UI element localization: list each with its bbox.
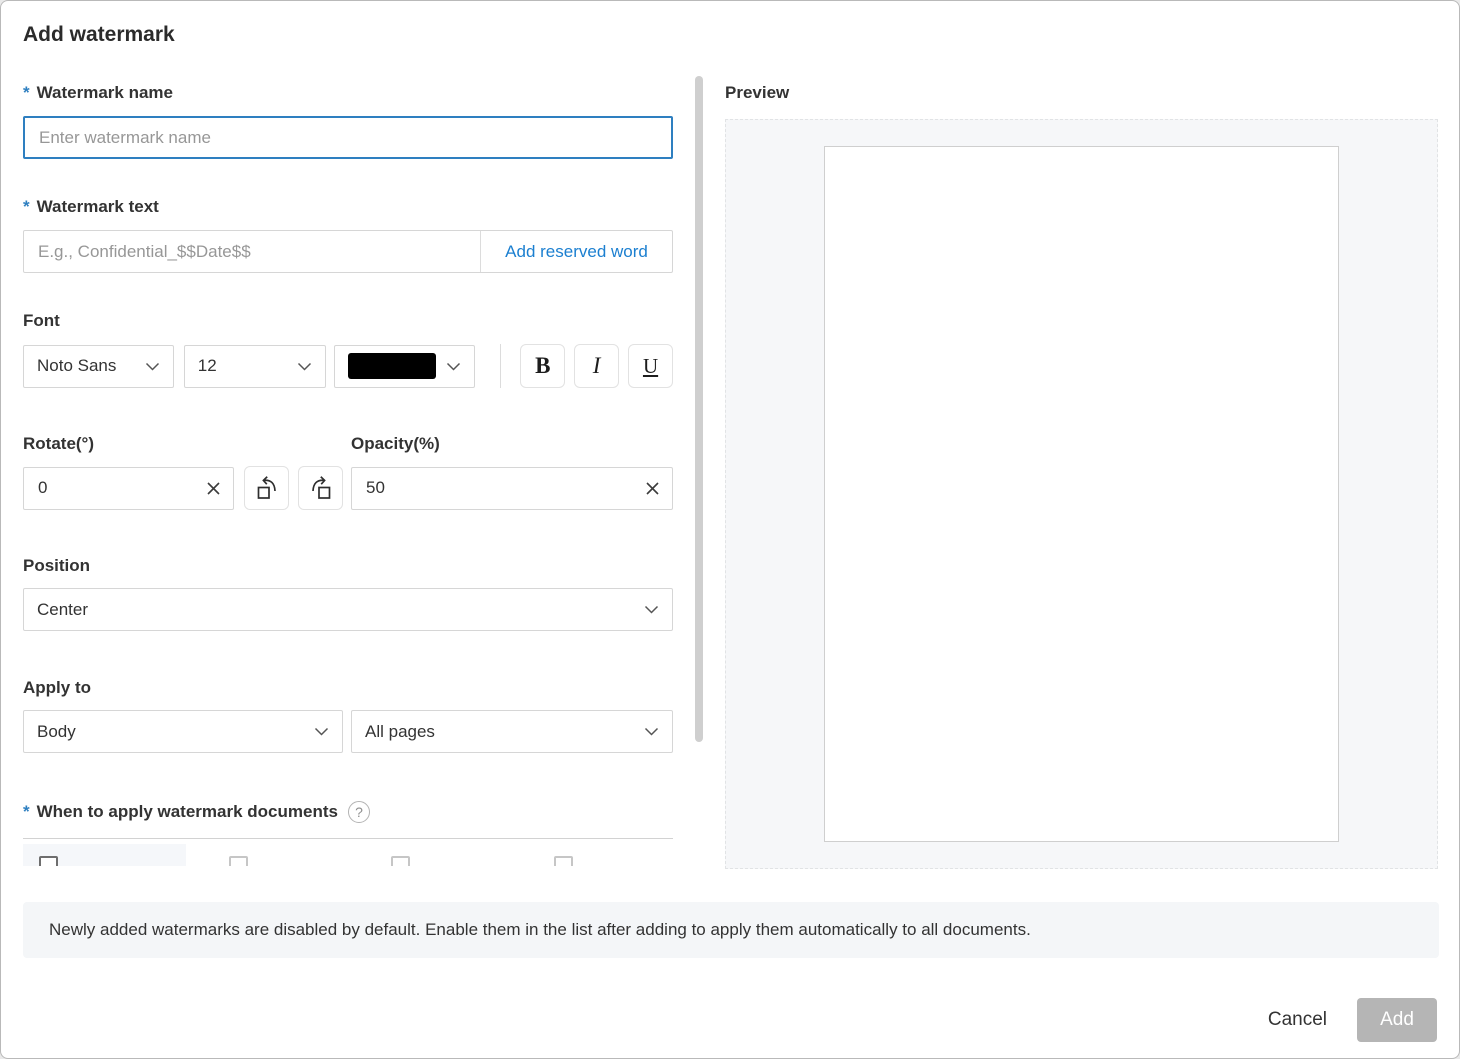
font-family-select[interactable]: Noto Sans [23, 345, 174, 388]
opacity-label: Opacity(%) [351, 434, 440, 454]
watermark-form: * Watermark name * Watermark text Add re… [23, 71, 673, 883]
font-color-select[interactable] [334, 345, 476, 388]
preview-page [824, 146, 1339, 842]
preview-panel [725, 119, 1438, 869]
apply-to-row: Body All pages [23, 710, 673, 753]
rotate-cw-button[interactable] [298, 466, 343, 510]
chevron-down-icon [644, 727, 659, 736]
when-to-apply-label: * When to apply watermark documents [23, 802, 338, 822]
rotate-input[interactable] [23, 467, 234, 510]
vertical-divider [500, 344, 501, 388]
rotate-opacity-labels: Rotate(°) Opacity(%) [23, 434, 673, 454]
document-type-checkbox[interactable] [39, 856, 58, 866]
chevron-down-icon [297, 362, 312, 371]
required-marker: * [23, 197, 30, 217]
required-marker: * [23, 83, 30, 103]
italic-button[interactable]: I [574, 344, 619, 388]
when-to-apply-row: * When to apply watermark documents ? [23, 801, 673, 823]
chevron-down-icon [644, 605, 659, 614]
apply-to-label: Apply to [23, 678, 673, 698]
watermark-text-input[interactable] [24, 231, 480, 272]
underline-button[interactable]: U [628, 344, 673, 388]
font-color-swatch [348, 353, 436, 379]
cancel-button[interactable]: Cancel [1264, 1001, 1331, 1039]
info-banner: Newly added watermarks are disabled by d… [23, 902, 1439, 958]
apply-pages-select[interactable]: All pages [351, 710, 673, 753]
watermark-text-group: Add reserved word [23, 230, 673, 273]
dialog-footer: Cancel Add [1264, 998, 1437, 1042]
watermark-text-label: * Watermark text [23, 197, 673, 217]
preview-label: Preview [725, 83, 1438, 103]
clear-opacity-icon[interactable] [643, 479, 661, 497]
chevron-down-icon [145, 362, 160, 371]
font-row: Noto Sans 12 B I [23, 344, 673, 388]
form-scrollbar[interactable] [695, 76, 703, 742]
font-size-select[interactable]: 12 [184, 345, 326, 388]
rotate-opacity-row [23, 466, 673, 510]
apply-target-select[interactable]: Body [23, 710, 343, 753]
rotate-input-wrap [23, 467, 234, 510]
document-type-checkbox[interactable] [554, 856, 573, 866]
add-watermark-dialog: Add watermark * Watermark name * Waterma… [0, 0, 1460, 1059]
watermark-name-label: * Watermark name [23, 83, 673, 103]
position-label: Position [23, 556, 673, 576]
add-reserved-word-button[interactable]: Add reserved word [481, 231, 672, 272]
page-title: Add watermark [23, 23, 175, 47]
font-label: Font [23, 311, 673, 331]
add-button[interactable]: Add [1357, 998, 1437, 1042]
rotate-label: Rotate(°) [23, 434, 351, 454]
required-marker: * [23, 802, 30, 822]
clear-rotate-icon[interactable] [204, 479, 222, 497]
chevron-down-icon [446, 362, 461, 371]
position-select[interactable]: Center [23, 588, 673, 631]
watermark-name-input[interactable] [23, 116, 673, 159]
rotate-ccw-button[interactable] [244, 466, 289, 510]
help-icon[interactable]: ? [348, 801, 370, 823]
bold-button[interactable]: B [520, 344, 565, 388]
rotate-ccw-icon [254, 475, 280, 501]
rotate-cw-icon [308, 475, 334, 501]
chevron-down-icon [314, 727, 329, 736]
document-type-options-clipped [23, 839, 673, 866]
opacity-input-wrap [351, 467, 673, 510]
preview-section: Preview [725, 71, 1438, 869]
document-type-checkbox[interactable] [229, 856, 248, 866]
document-type-checkbox[interactable] [391, 856, 410, 866]
opacity-input[interactable] [351, 467, 673, 510]
